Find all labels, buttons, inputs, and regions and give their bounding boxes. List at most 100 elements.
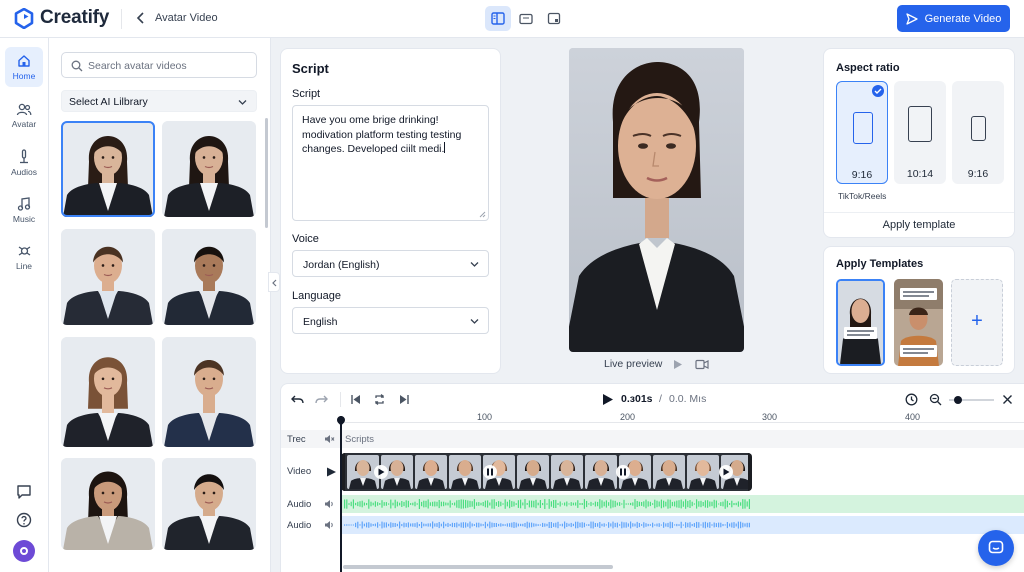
ratio-option-9-16-alt[interactable]: 9:16 (952, 81, 1004, 184)
chevron-down-icon (470, 319, 479, 324)
resize-handle-icon[interactable] (479, 211, 486, 218)
redo-icon[interactable] (315, 393, 328, 406)
library-scrollbar[interactable] (265, 118, 268, 228)
template-thumbnail[interactable] (894, 279, 943, 366)
full-view-button[interactable] (541, 6, 567, 31)
brand-name[interactable]: Creatify (40, 7, 109, 29)
generate-video-button[interactable]: Generate Video (897, 5, 1010, 32)
avatar-image (162, 229, 256, 325)
video-camera-icon[interactable] (695, 359, 709, 370)
current-time: 0.з01s (621, 393, 653, 405)
rail-label: Music (12, 213, 36, 224)
close-icon[interactable] (1001, 393, 1014, 406)
divider (824, 212, 1014, 213)
chevron-down-icon (470, 262, 479, 267)
avatar-card[interactable] (162, 121, 256, 217)
apply-template-button[interactable]: Apply template (824, 219, 1014, 231)
script-panel: Script Script Have you ome brige drinkin… (280, 48, 501, 374)
avatar-library-panel: Search avatar videos Select AI Lilbrary (49, 38, 271, 572)
language-select[interactable]: English (292, 307, 489, 334)
library-select-label: Select AI Lilbrary (69, 96, 148, 108)
track-label: Trec (287, 434, 306, 445)
timeline-scrollbar[interactable] (343, 565, 613, 569)
library-select[interactable]: Select AI Lilbrary (61, 90, 257, 112)
users-icon (16, 103, 32, 116)
chat-icon[interactable] (15, 483, 33, 501)
avatar-card[interactable] (162, 337, 256, 447)
ruler-tick: 400 (905, 412, 921, 422)
creatify-logo-icon (14, 8, 34, 29)
audio-clip-green[interactable] (341, 495, 1024, 513)
duration: 0.0. Mıs (669, 393, 707, 405)
ratio-label: 9:16 (851, 169, 873, 181)
template-thumbnail[interactable] (836, 279, 885, 366)
collapse-panel-button[interactable] (268, 272, 280, 292)
speaker-icon[interactable] (324, 520, 335, 530)
rail-item-line[interactable]: Line (5, 237, 43, 277)
ratio-option-9-16[interactable]: 9:16 (836, 81, 888, 184)
script-label: Script (292, 88, 321, 100)
loop-icon[interactable] (373, 393, 386, 406)
split-view-button[interactable] (485, 6, 511, 31)
search-input[interactable]: Search avatar videos (61, 52, 257, 78)
avatar-preview[interactable] (569, 48, 744, 352)
scripts-clip[interactable]: Scripts (345, 434, 374, 445)
chat-support-button[interactable] (978, 530, 1014, 566)
rail-item-avatar[interactable]: Avatar (5, 96, 43, 136)
track-label: Audio (287, 520, 312, 531)
script-text: Have you ome brige drinking! modivation … (302, 114, 462, 155)
zoom-out-icon[interactable] (929, 393, 942, 406)
video-clip[interactable] (341, 453, 752, 491)
play-icon[interactable] (601, 393, 614, 406)
search-placeholder: Search avatar videos (88, 60, 187, 72)
divider (121, 9, 122, 29)
rail-item-music[interactable]: Music (5, 190, 43, 230)
language-label: Language (292, 290, 341, 302)
zoom-slider-handle[interactable] (954, 396, 962, 404)
ratio-option-10-14[interactable]: 10:14 (894, 81, 946, 184)
search-icon (71, 60, 83, 72)
rail-item-audios[interactable]: Audios (5, 143, 43, 183)
ratio-caption: TikTok/Reels (838, 191, 887, 201)
audio-clip-blue[interactable] (341, 516, 1024, 534)
aspect-ratio-title: Aspect ratio (836, 62, 900, 74)
voice-select[interactable]: Jordan (English) (292, 250, 489, 277)
avatar-card[interactable] (61, 121, 155, 217)
play-icon[interactable] (673, 359, 683, 370)
aspect-ratio-panel: Aspect ratio 9:16 10:14 9:16 TikTok/Reel… (823, 48, 1015, 238)
avatar-card[interactable] (162, 229, 256, 325)
rail-label: Line (15, 260, 33, 271)
frame-layout-icon (547, 12, 561, 25)
rail-item-home[interactable]: Home (5, 47, 43, 87)
track-label: Audio (287, 499, 312, 510)
script-panel-title: Script (292, 61, 329, 76)
templates-title: Apply Templates (836, 258, 924, 270)
zoom-slider[interactable] (949, 396, 994, 404)
profile-icon[interactable] (13, 540, 35, 562)
chevron-left-icon (272, 279, 277, 287)
avatar-card[interactable] (61, 229, 155, 325)
speaker-icon[interactable] (324, 434, 335, 444)
voice-label: Voice (292, 233, 319, 245)
clock-icon[interactable] (905, 393, 918, 406)
rail-label: Home (12, 70, 36, 81)
avatar-card[interactable] (61, 458, 155, 550)
help-icon[interactable] (15, 511, 33, 529)
line-icon (18, 245, 30, 256)
audio-waveform (344, 521, 750, 529)
script-textarea[interactable]: Have you ome brige drinking! modivation … (292, 105, 489, 221)
avatar-card[interactable] (162, 458, 256, 550)
speaker-icon[interactable] (324, 499, 335, 509)
voice-value: Jordan (English) (303, 259, 380, 271)
back-arrow-icon[interactable] (134, 11, 148, 25)
microphone-icon (20, 149, 28, 164)
undo-icon[interactable] (291, 393, 304, 406)
landscape-view-button[interactable] (513, 6, 539, 31)
avatar-card[interactable] (61, 337, 155, 447)
play-icon[interactable] (326, 467, 337, 477)
skip-back-icon[interactable] (349, 393, 362, 406)
skip-forward-icon[interactable] (398, 393, 411, 406)
playhead[interactable] (335, 414, 347, 572)
check-icon (872, 85, 884, 97)
add-template-button[interactable]: + (951, 279, 1003, 366)
